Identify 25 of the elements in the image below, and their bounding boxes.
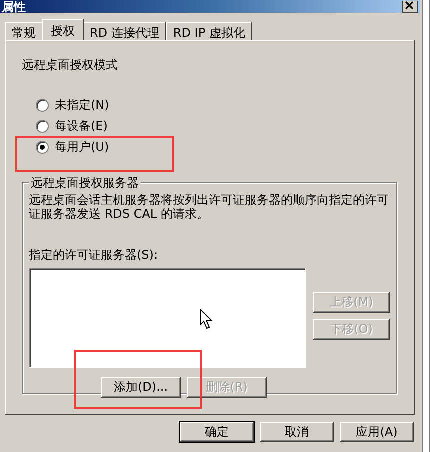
radio-button[interactable] [36,120,49,133]
radio-label: 未指定(N) [55,97,110,114]
mouse-pointer-icon [200,309,213,330]
server-list[interactable] [29,268,306,368]
list-button[interactable]: 添加(D)... [101,377,181,398]
radio-option[interactable]: 每用户(U) [36,140,398,155]
radio-option[interactable]: 每设备(E) [36,119,398,134]
radio-option[interactable]: 未指定(N) [36,98,398,113]
list-label: 指定的许可证服务器(S): [29,247,160,264]
radio-button[interactable] [36,99,49,112]
tab[interactable]: RD 连接代理 [83,22,166,40]
dialog-button[interactable]: 取消 [260,422,334,442]
tab[interactable]: RD IP 虚拟化 [166,22,252,40]
tab[interactable]: 授权 [42,19,84,40]
close-icon[interactable] [402,1,418,13]
radio-button[interactable] [36,141,49,154]
dialog-button[interactable]: 确定 [180,422,254,442]
radio-label: 每设备(E) [55,118,108,135]
group-title: 远程桌面授权服务器 [29,175,141,192]
description-text: 远程桌面会话主机服务器将按列出许可证服务器的顺序向指定的许可证服务器发送 RDS CAL 的请求。 [29,193,389,221]
tab[interactable]: 常规 [5,22,43,40]
window-title: 属性 [1,1,26,13]
dialog-button[interactable]: 应用(A) [340,422,414,442]
radio-label: 每用户(U) [55,139,110,156]
section-title: 远程桌面授权模式 [22,57,119,74]
